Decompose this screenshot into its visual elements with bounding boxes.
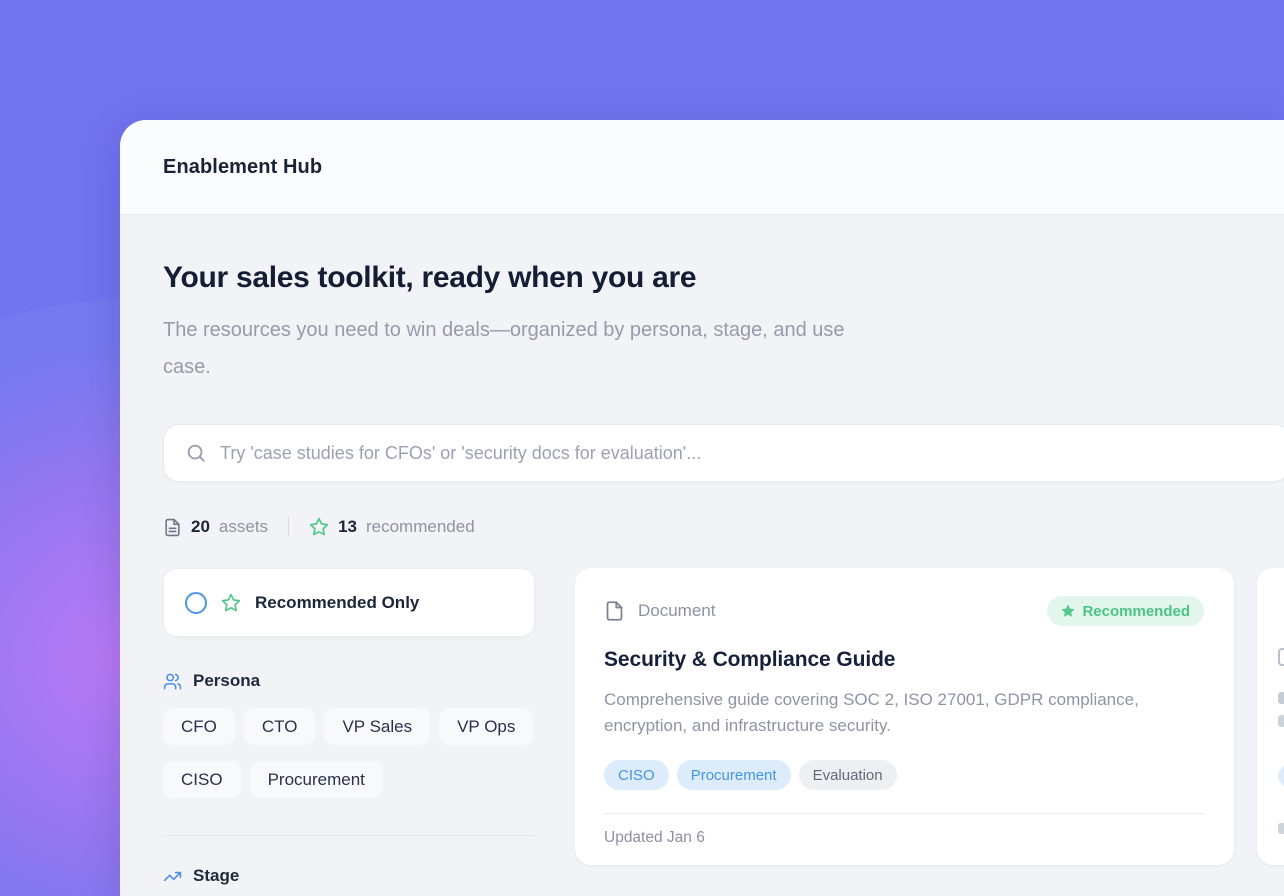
recommended-badge: Recommended	[1047, 596, 1204, 626]
card-type: Document	[604, 599, 715, 623]
trending-up-icon	[163, 867, 182, 886]
users-icon	[163, 672, 182, 691]
card-title: Security & Compliance Guide	[604, 648, 1204, 672]
tag-evaluation: Evaluation	[799, 760, 897, 790]
tag-ciso: CISO	[604, 760, 669, 790]
tag-procurement: Procurement	[677, 760, 791, 790]
assets-stat: 20 assets	[163, 517, 268, 537]
recommended-badge-label: Recommended	[1082, 603, 1190, 620]
stage-section-header: Stage	[163, 866, 535, 886]
persona-chip-ciso[interactable]: CISO	[163, 761, 241, 798]
partial-card-text-fragment	[1278, 715, 1284, 727]
assets-label: assets	[219, 517, 268, 537]
app-header: Enablement Hub	[120, 120, 1284, 215]
stats-row: 20 assets 13 recommended	[163, 517, 1284, 537]
search-bar[interactable]	[163, 424, 1284, 482]
filters-sidebar: Recommended Only Persona CFO CTO VP Sale…	[163, 568, 535, 886]
card-updated: Updated Jan 6	[604, 814, 1204, 847]
partial-card-meta-fragment	[1278, 823, 1284, 834]
partial-card-text-fragment	[1278, 692, 1284, 704]
recommended-only-label: Recommended Only	[255, 593, 419, 613]
search-icon	[185, 442, 207, 464]
asset-card-security-compliance-guide[interactable]: Document Recommended Security & Complian…	[575, 568, 1234, 865]
recommended-count: 13	[338, 517, 357, 537]
persona-chip-procurement[interactable]: Procurement	[250, 761, 383, 798]
results-area: Recommended Only Persona CFO CTO VP Sale…	[163, 568, 1284, 886]
persona-chips: CFO CTO VP Sales VP Ops CISO Procurement	[163, 708, 535, 798]
star-icon	[309, 517, 329, 537]
recommended-only-toggle[interactable]: Recommended Only	[163, 568, 535, 637]
stage-section-label: Stage	[193, 866, 239, 886]
partial-card-tag-fragment	[1278, 765, 1284, 787]
app-window: Enablement Hub Your sales toolkit, ready…	[120, 120, 1284, 896]
recommended-stat: 13 recommended	[309, 517, 475, 537]
assets-count: 20	[191, 517, 210, 537]
card-description: Comprehensive guide covering SOC 2, ISO …	[604, 687, 1189, 739]
star-icon	[221, 593, 241, 613]
persona-section-label: Persona	[193, 671, 260, 691]
star-filled-icon	[1061, 604, 1075, 618]
stats-divider	[288, 517, 289, 537]
persona-chip-vp-ops[interactable]: VP Ops	[439, 708, 533, 745]
page-title: Your sales toolkit, ready when you are	[163, 258, 1284, 298]
card-type-label: Document	[638, 601, 715, 621]
sidebar-divider	[163, 835, 535, 836]
page-subtitle: The resources you need to win deals—orga…	[163, 312, 863, 386]
card-top-row: Document Recommended	[604, 596, 1204, 626]
persona-chip-vp-sales[interactable]: VP Sales	[324, 708, 430, 745]
persona-section-header: Persona	[163, 671, 535, 691]
card-tags: CISO Procurement Evaluation	[604, 760, 1204, 790]
partial-card-icon-fragment	[1278, 648, 1284, 666]
radio-circle[interactable]	[185, 592, 207, 614]
search-input[interactable]	[220, 443, 1284, 464]
recommended-label: recommended	[366, 517, 475, 537]
persona-chip-cfo[interactable]: CFO	[163, 708, 235, 745]
main-content: Your sales toolkit, ready when you are T…	[120, 215, 1284, 886]
asset-card-partial[interactable]	[1257, 568, 1284, 865]
file-text-icon	[163, 518, 182, 537]
file-icon	[604, 599, 625, 623]
app-title: Enablement Hub	[163, 156, 322, 179]
persona-chip-cto[interactable]: CTO	[244, 708, 316, 745]
